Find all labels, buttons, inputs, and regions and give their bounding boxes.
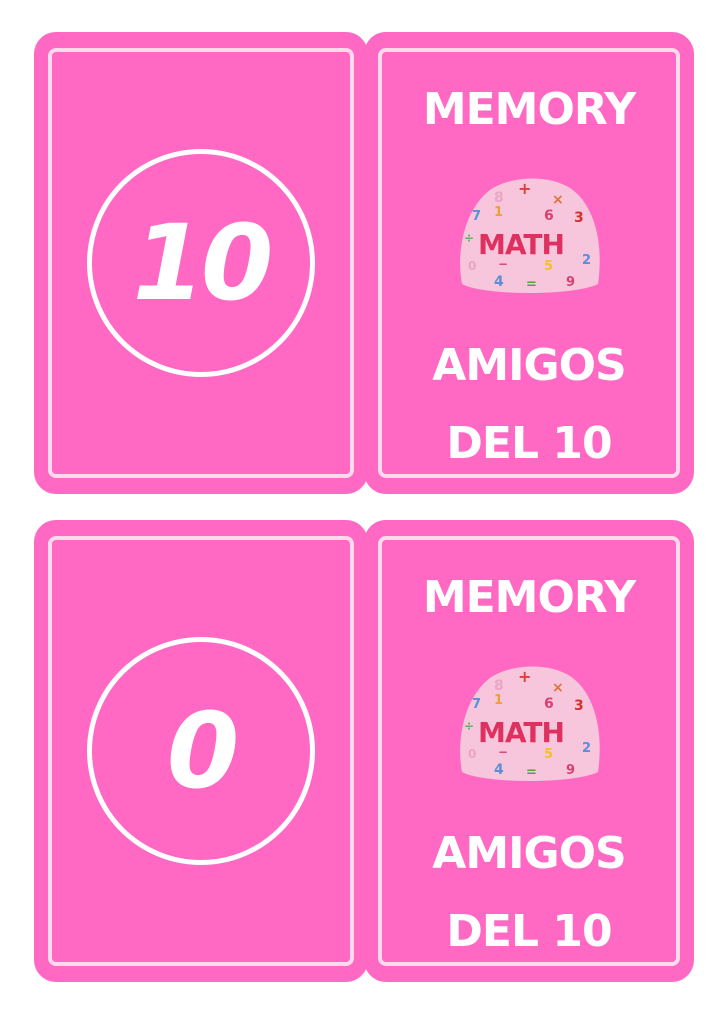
card-subtitle-line1: AMIGOS [432,340,626,391]
svg-text:9: 9 [566,275,575,290]
card-subtitle-line2: DEL 10 [446,418,612,469]
svg-text:÷: ÷ [464,719,474,733]
badge-word: MATH [478,716,564,749]
svg-text:−: − [498,745,508,759]
svg-text:2: 2 [582,741,591,756]
svg-text:1: 1 [494,205,503,220]
svg-text:7: 7 [472,209,481,224]
svg-text:3: 3 [574,698,584,714]
svg-text:=: = [526,765,537,780]
svg-text:×: × [552,192,564,208]
memory-card-back[interactable]: MEMORY 8 + × 7 1 6 3 ÷ MATH 2 0 − 5 4 = … [364,520,694,982]
svg-text:7: 7 [472,697,481,712]
svg-text:6: 6 [544,696,554,712]
svg-text:9: 9 [566,763,575,778]
svg-text:1: 1 [494,693,503,708]
math-badge-icon: 8 + × 7 1 6 3 ÷ MATH 2 0 − 5 4 = 9 [460,666,600,781]
math-badge-icon: 8 + × 7 1 6 3 ÷ MATH 2 0 − 5 4 = 9 [460,178,600,293]
number-card-0[interactable]: 0 [34,520,368,982]
svg-text:3: 3 [574,210,584,226]
svg-text:×: × [552,680,564,696]
svg-text:4: 4 [494,274,504,290]
card-number: 10 [132,202,274,324]
svg-text:2: 2 [582,253,591,268]
svg-text:8: 8 [494,678,504,694]
number-circle: 10 [87,149,315,377]
svg-text:6: 6 [544,208,554,224]
card-number: 0 [166,690,239,812]
svg-text:5: 5 [544,259,553,274]
svg-text:−: − [498,257,508,271]
svg-text:0: 0 [468,747,476,761]
card-subtitle-line2: DEL 10 [446,906,612,957]
svg-text:0: 0 [468,259,476,273]
number-card-10[interactable]: 10 [34,32,368,494]
memory-card-back[interactable]: MEMORY 8 + × 7 1 6 3 ÷ MATH 2 0 − 5 4 = … [364,32,694,494]
svg-text:÷: ÷ [464,231,474,245]
svg-text:=: = [526,277,537,292]
card-title: MEMORY [422,572,636,623]
badge-word: MATH [478,228,564,261]
svg-text:+: + [518,667,531,686]
svg-text:+: + [518,179,531,198]
card-subtitle-line1: AMIGOS [432,828,626,879]
card-title: MEMORY [422,84,636,135]
svg-text:4: 4 [494,762,504,778]
svg-text:8: 8 [494,190,504,206]
number-circle: 0 [87,637,315,865]
svg-text:5: 5 [544,747,553,762]
